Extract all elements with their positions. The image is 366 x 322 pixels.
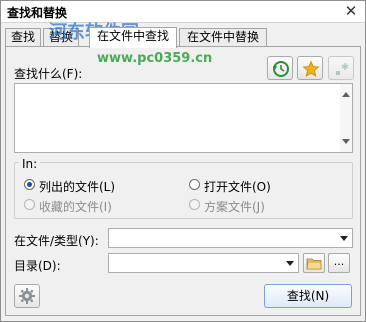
radio-dot xyxy=(24,199,35,210)
radio-dot xyxy=(24,179,35,190)
radio-label: 收藏的文件(I) xyxy=(39,200,112,214)
settings-button[interactable] xyxy=(14,284,40,308)
tab-replace[interactable]: 替换 xyxy=(43,28,79,47)
find-button[interactable]: 查找(N) xyxy=(264,284,352,308)
chevron-down-icon[interactable] xyxy=(286,261,294,266)
gear-icon xyxy=(19,288,35,304)
regex-icon xyxy=(336,63,349,75)
scroll-down-icon[interactable] xyxy=(342,139,350,144)
find-replace-dialog: 查找和替换 ✕ 查找 替换 在文件中查找 在文件中替换 河东软件园 www.pc… xyxy=(0,0,366,322)
history-icon xyxy=(273,61,289,77)
directory-combo[interactable] xyxy=(108,253,299,273)
chevron-down-icon[interactable] xyxy=(340,236,348,241)
directory-label: 目录(D): xyxy=(14,259,61,273)
scroll-up-icon[interactable] xyxy=(342,92,350,97)
tab-replace-in-files[interactable]: 在文件中替换 xyxy=(179,28,267,47)
find-what-input[interactable] xyxy=(14,83,353,153)
folder-icon xyxy=(306,258,322,270)
radio-label: 列出的文件(L) xyxy=(39,180,116,194)
file-type-combo[interactable] xyxy=(108,228,353,248)
regex-button[interactable] xyxy=(328,56,354,80)
tab-find-in-files[interactable]: 在文件中查找 xyxy=(89,27,177,48)
search-in-title: In: xyxy=(19,157,41,171)
close-button[interactable]: ✕ xyxy=(343,2,359,20)
star-icon xyxy=(302,60,320,77)
radio-label: 打开文件(O) xyxy=(204,180,271,194)
window-title: 查找和替换 xyxy=(7,6,68,20)
radio-label: 方案文件(J) xyxy=(204,200,265,214)
title-bar: 查找和替换 ✕ xyxy=(1,1,365,23)
find-what-label: 查找什么(F): xyxy=(14,67,83,81)
browse-dots-button[interactable]: ... xyxy=(328,253,350,273)
favorite-button[interactable] xyxy=(297,56,323,80)
history-button[interactable] xyxy=(267,56,293,80)
find-what-scrollbar[interactable] xyxy=(340,84,352,152)
file-type-label: 在文件/类型(Y): xyxy=(14,234,99,248)
tab-find[interactable]: 查找 xyxy=(5,28,41,47)
radio-dot xyxy=(189,179,200,190)
radio-dot xyxy=(189,199,200,210)
browse-folder-button[interactable] xyxy=(303,253,325,273)
